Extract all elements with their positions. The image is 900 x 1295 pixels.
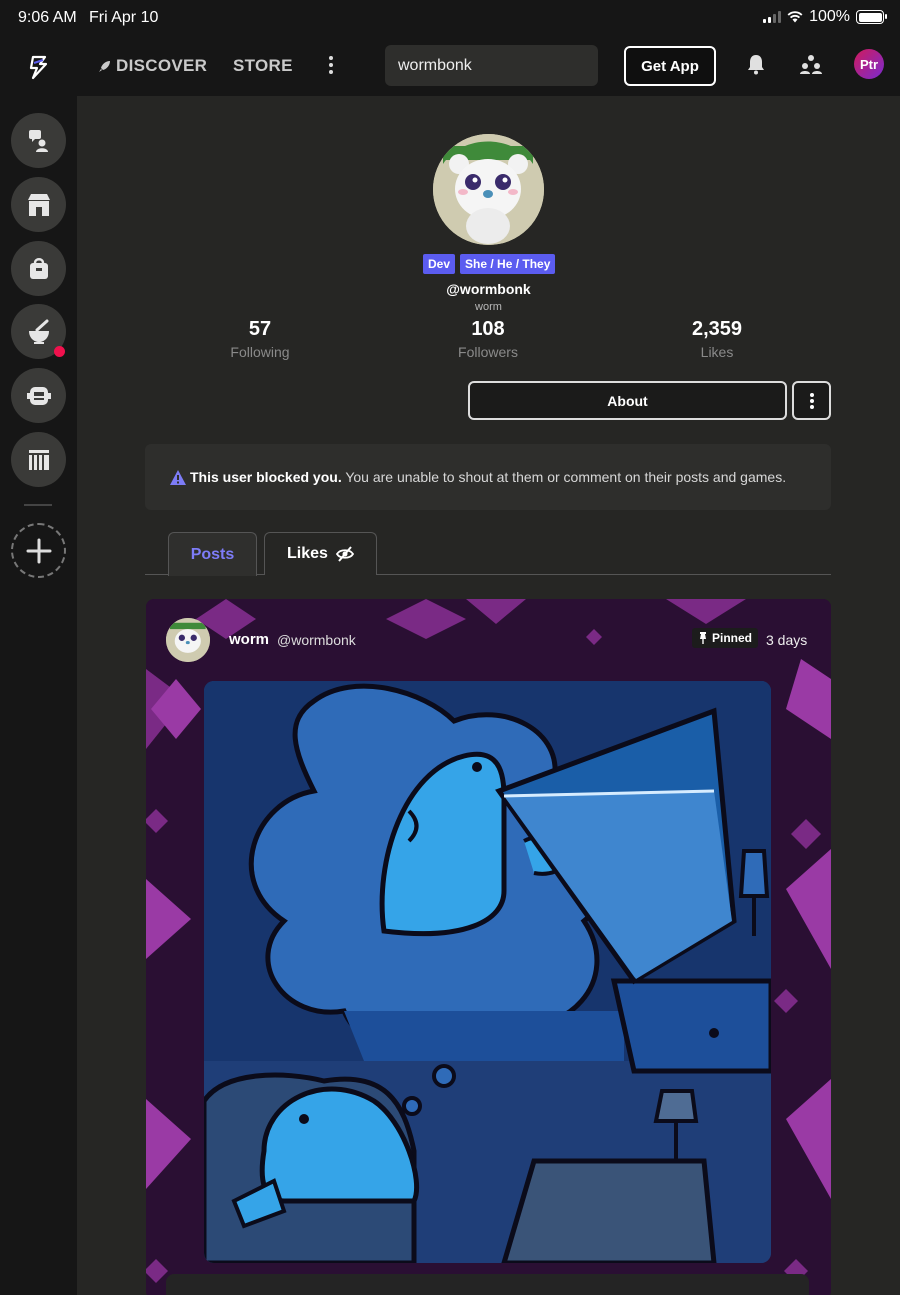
tab-likes[interactable]: Likes (264, 532, 377, 575)
post-illustration (204, 681, 771, 1263)
stat-following[interactable]: 57 Following (190, 318, 330, 360)
sidebar (0, 96, 77, 1295)
profile-badges: Dev She / He / They (423, 254, 556, 274)
blocked-notice-title: This user blocked you. (190, 469, 342, 485)
post-image[interactable] (204, 681, 771, 1263)
post-text-box (166, 1274, 809, 1295)
sidebar-item-bag[interactable] (11, 241, 66, 296)
post-author-handle[interactable]: @wormbonk (277, 632, 356, 648)
profile-handle: @wormbonk (446, 281, 531, 297)
pinned-badge: Pinned (692, 628, 759, 648)
sidebar-item-library[interactable] (11, 432, 66, 487)
blocked-notice-text: You are unable to shout at them or comme… (341, 469, 787, 485)
plus-icon (26, 538, 51, 563)
profile-avatar (433, 134, 544, 245)
discover-label: DISCOVER (116, 56, 208, 75)
status-time: 9:06 AM (18, 9, 77, 26)
stat-value: 57 (248, 318, 272, 340)
search-input[interactable] (385, 45, 598, 86)
badge-pronouns: She / He / They (460, 254, 556, 274)
profile-tabs: Posts Likes (145, 532, 831, 576)
post-author-avatar[interactable] (166, 618, 210, 662)
stat-likes[interactable]: 2,359 Likes (647, 318, 787, 360)
tab-posts[interactable]: Posts (168, 532, 257, 576)
blocked-notice: This user blocked you. You are unable to… (145, 444, 831, 510)
rocket-icon (99, 60, 110, 72)
profile-more-button[interactable] (792, 381, 831, 420)
status-indicators: 100% (763, 8, 887, 26)
sidebar-item-chat[interactable] (11, 113, 66, 168)
hamster-avatar-image (433, 134, 544, 245)
pinned-post[interactable]: worm @wormbonk Pinned 3 days (146, 599, 831, 1295)
about-button[interactable]: About (468, 381, 787, 420)
add-button[interactable] (11, 523, 66, 578)
cellular-signal-icon (763, 11, 782, 23)
post-author-name[interactable]: worm (229, 631, 269, 648)
notification-dot (54, 346, 65, 357)
library-icon (28, 449, 49, 470)
mortar-pestle-icon (28, 319, 49, 344)
sidebar-item-robot[interactable] (11, 368, 66, 423)
logo-bolt-icon[interactable] (25, 54, 51, 80)
store-icon (27, 193, 50, 216)
get-app-button[interactable]: Get App (624, 46, 716, 86)
friends-icon[interactable] (799, 53, 823, 75)
stat-value: 108 (471, 318, 505, 340)
pinned-label: Pinned (712, 631, 753, 645)
store-link[interactable]: STORE (233, 56, 293, 76)
eye-off-icon (335, 546, 354, 562)
pin-icon (700, 632, 706, 644)
discover-link[interactable]: DISCOVER (98, 56, 207, 76)
stat-followers[interactable]: 108 Followers (418, 318, 558, 360)
stat-value: 2,359 (691, 318, 743, 340)
warning-icon (170, 469, 186, 485)
status-date: Fri Apr 10 (89, 9, 159, 26)
tab-label: Posts (190, 545, 235, 563)
profile-display-name: worm (475, 301, 502, 313)
top-nav: DISCOVER STORE Get App Ptr (0, 36, 900, 96)
more-vertical-icon (809, 392, 814, 409)
sidebar-item-store[interactable] (11, 177, 66, 232)
stat-label: Likes (700, 344, 734, 360)
bell-icon[interactable] (746, 53, 766, 75)
bag-icon (29, 257, 48, 279)
battery-percent: 100% (809, 8, 850, 25)
post-timestamp: 3 days (766, 632, 808, 648)
sidebar-divider (24, 504, 52, 506)
chat-person-icon (28, 129, 48, 152)
wifi-icon (787, 11, 803, 23)
badge-dev: Dev (423, 254, 456, 274)
battery-icon (856, 10, 887, 24)
tab-label: Likes (287, 545, 328, 562)
profile-main: Dev She / He / They @wormbonk worm 57 Fo… (77, 96, 900, 1295)
robot-icon (26, 386, 51, 405)
stat-label: Following (230, 344, 290, 360)
status-bar: 9:06 AM Fri Apr 10 100% (0, 0, 900, 36)
user-avatar[interactable]: Ptr (854, 49, 884, 79)
stat-label: Followers (458, 344, 518, 360)
more-vertical-icon[interactable] (322, 54, 340, 76)
hamster-avatar-image (166, 618, 210, 662)
